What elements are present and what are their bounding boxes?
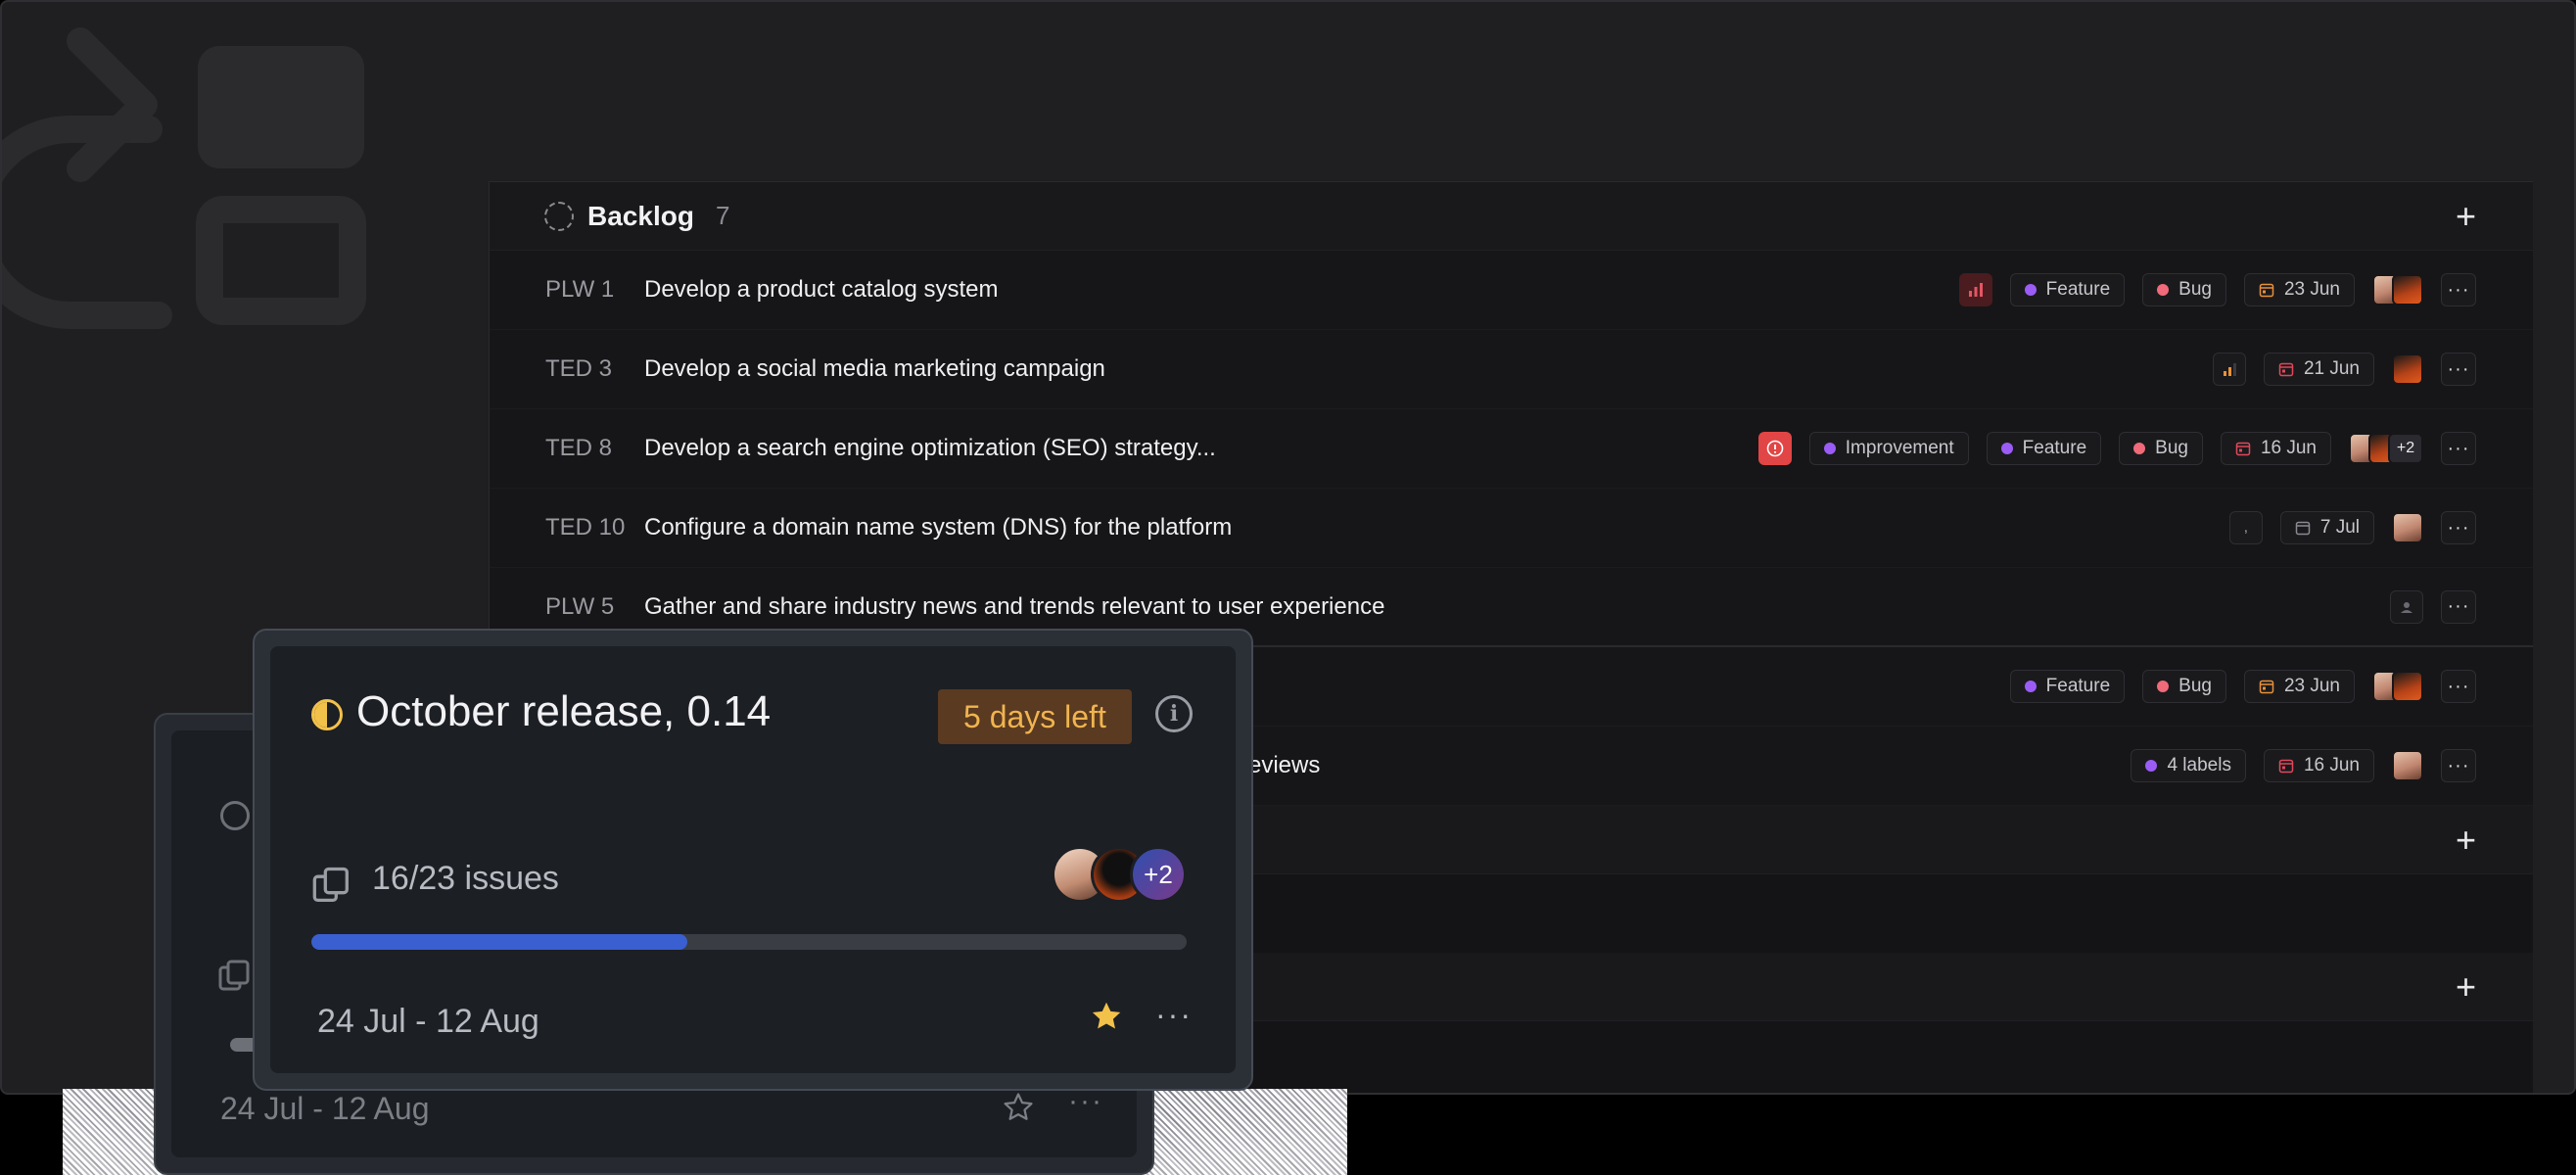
assignees[interactable] bbox=[2372, 274, 2423, 306]
calendar-icon bbox=[2278, 759, 2294, 774]
calendar-icon bbox=[2259, 680, 2274, 694]
progress-fill bbox=[311, 934, 688, 950]
issue-id: TED 8 bbox=[545, 435, 613, 461]
calendar-icon bbox=[2295, 521, 2311, 536]
backlog-status-icon bbox=[544, 201, 574, 231]
progress-bar bbox=[311, 934, 1187, 950]
issue-title-fragment: eviews bbox=[1248, 752, 1321, 778]
calendar-icon bbox=[2259, 283, 2274, 298]
days-left-badge: 5 days left bbox=[938, 689, 1132, 744]
assignees[interactable] bbox=[2372, 671, 2423, 702]
issue-title: Gather and share industry news and trend… bbox=[644, 592, 1385, 620]
issue-row[interactable]: TED 8 Develop a search engine optimizati… bbox=[490, 409, 2533, 489]
no-priority-icon[interactable]: , bbox=[2228, 511, 2263, 544]
issue-title: Configure a domain name system (DNS) for… bbox=[644, 514, 1233, 540]
cycle-title: October release, 0.14 bbox=[356, 687, 772, 735]
more-options-button[interactable]: ··· bbox=[2441, 749, 2476, 782]
due-date[interactable]: 23 Jun bbox=[2243, 670, 2355, 703]
star-outline-icon[interactable] bbox=[1002, 1091, 1035, 1124]
more-options-button[interactable]: ··· bbox=[2441, 589, 2476, 624]
unassigned-icon[interactable] bbox=[2390, 589, 2423, 624]
avatar bbox=[2392, 750, 2423, 781]
more-options-button[interactable]: ··· bbox=[2441, 273, 2476, 306]
more-members-count: +2 bbox=[1130, 846, 1187, 903]
cycle-status-icon bbox=[311, 699, 343, 730]
issues-icon bbox=[312, 867, 349, 903]
calendar-icon bbox=[2278, 362, 2294, 377]
issue-title: Develop a product catalog system bbox=[644, 276, 999, 303]
due-date[interactable]: 16 Jun bbox=[2220, 432, 2331, 465]
more-options-button[interactable]: ··· bbox=[2441, 670, 2476, 703]
issue-id: PLW 1 bbox=[545, 276, 615, 303]
label-feature[interactable]: Feature bbox=[2009, 273, 2126, 306]
label-feature[interactable]: Feature bbox=[1986, 432, 2102, 465]
backlog-group-header[interactable]: Backlog 7 + bbox=[490, 182, 2533, 251]
due-date[interactable]: 16 Jun bbox=[2263, 749, 2374, 782]
add-issue-button[interactable]: + bbox=[2456, 198, 2476, 234]
issues-icon bbox=[218, 960, 250, 991]
issue-id: TED 3 bbox=[545, 355, 613, 382]
group-count: 7 bbox=[715, 201, 730, 230]
star-filled-icon[interactable] bbox=[1089, 999, 1124, 1034]
group-title: Backlog bbox=[587, 200, 694, 231]
label-bug[interactable]: Bug bbox=[2119, 432, 2203, 465]
issue-row[interactable]: TED 3 Develop a social media marketing c… bbox=[490, 330, 2533, 409]
more-options-button[interactable]: ··· bbox=[2441, 352, 2476, 386]
issue-row[interactable]: PLW 1 Develop a product catalog system F… bbox=[490, 251, 2533, 330]
label-bug[interactable]: Bug bbox=[2142, 670, 2226, 703]
label-improvement[interactable]: Improvement bbox=[1808, 432, 1969, 465]
assignees[interactable] bbox=[2392, 353, 2423, 385]
cycle-status-icon bbox=[220, 801, 250, 830]
more-options-button[interactable]: ··· bbox=[1155, 997, 1193, 1033]
issues-count: 16/23 issues bbox=[372, 860, 559, 897]
cycle-card[interactable]: October release, 0.14 5 days left i 16/2… bbox=[253, 629, 1253, 1091]
priority-high-icon[interactable] bbox=[1958, 273, 1992, 306]
label-bug[interactable]: Bug bbox=[2142, 273, 2226, 306]
cycle-dates: 24 Jul - 12 Aug bbox=[220, 1091, 430, 1126]
priority-medium-icon[interactable] bbox=[2212, 352, 2246, 386]
due-date[interactable]: 21 Jun bbox=[2263, 352, 2374, 386]
labels-count[interactable]: 4 labels bbox=[2131, 749, 2246, 782]
avatar bbox=[2392, 671, 2423, 702]
cycle-dates: 24 Jul - 12 Aug bbox=[317, 1003, 539, 1040]
add-issue-button[interactable]: + bbox=[2456, 822, 2476, 858]
calendar-icon bbox=[2235, 442, 2251, 456]
more-options-button[interactable]: ··· bbox=[2441, 511, 2476, 544]
avatar bbox=[2392, 353, 2423, 385]
assignees[interactable] bbox=[2392, 512, 2423, 543]
issue-title: Develop a search engine optimization (SE… bbox=[644, 435, 1216, 461]
issue-id: PLW 5 bbox=[545, 592, 615, 620]
avatar bbox=[2392, 274, 2423, 306]
due-date[interactable]: 7 Jul bbox=[2279, 511, 2374, 544]
issue-title: Develop a social media marketing campaig… bbox=[644, 355, 1105, 382]
assignees[interactable] bbox=[2392, 750, 2423, 781]
cycles-logo-icon bbox=[2, 27, 366, 329]
avatar bbox=[2392, 512, 2423, 543]
more-options-button[interactable]: ··· bbox=[2441, 432, 2476, 465]
issue-id: TED 10 bbox=[545, 514, 626, 540]
cycle-members[interactable]: +2 bbox=[1052, 846, 1187, 903]
add-issue-button[interactable]: + bbox=[2456, 968, 2476, 1005]
assignees[interactable]: +2 bbox=[2349, 433, 2423, 464]
due-date[interactable]: 23 Jun bbox=[2243, 273, 2355, 306]
info-icon[interactable]: i bbox=[1155, 695, 1193, 732]
more-assignees-count: +2 bbox=[2388, 433, 2423, 464]
label-feature[interactable]: Feature bbox=[2009, 670, 2126, 703]
issue-row[interactable]: TED 10 Configure a domain name system (D… bbox=[490, 489, 2533, 568]
priority-urgent-icon[interactable] bbox=[1757, 432, 1792, 465]
